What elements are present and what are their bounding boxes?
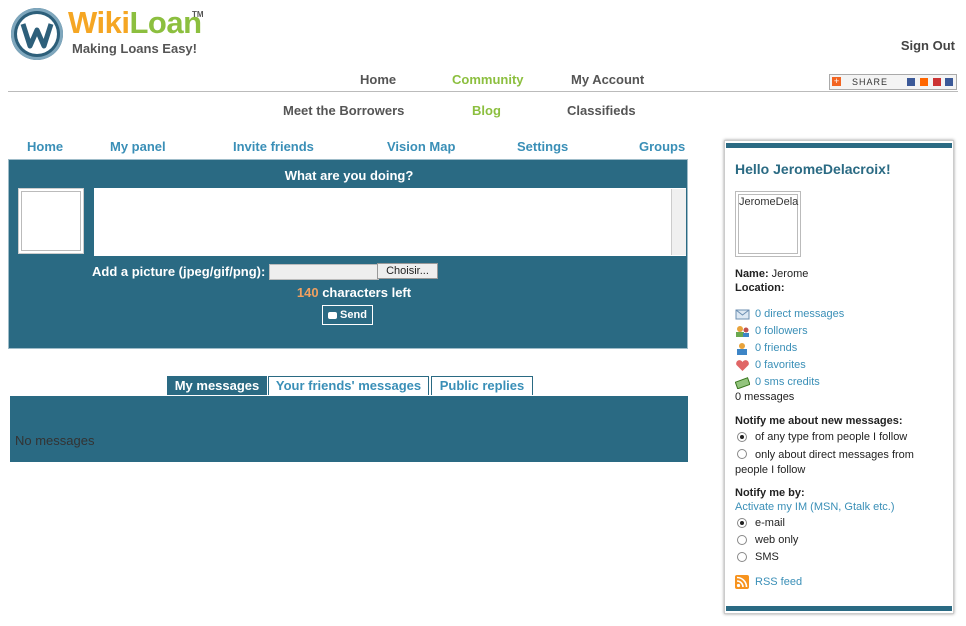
subnav-blog[interactable]: Blog xyxy=(472,103,501,118)
location-row: Location: xyxy=(735,282,785,294)
rss-icon xyxy=(735,575,749,589)
rss-feed-link[interactable]: RSS feed xyxy=(755,576,802,588)
status-box: What are you doing? Add a picture (jpeg/… xyxy=(8,159,688,349)
nav-my-account[interactable]: My Account xyxy=(571,72,644,87)
header-divider xyxy=(8,91,958,92)
send-button[interactable]: Send xyxy=(322,305,373,325)
radio-web-only-label: web only xyxy=(755,534,799,546)
choose-file-button[interactable]: Choisir... xyxy=(377,263,438,279)
followers-link[interactable]: 0 followers xyxy=(755,325,808,337)
panel-menu-invite-friends[interactable]: Invite friends xyxy=(233,139,314,154)
subnav-meet-borrowers[interactable]: Meet the Borrowers xyxy=(283,103,404,118)
radio-email[interactable] xyxy=(737,518,747,528)
money-icon xyxy=(734,376,751,390)
followers-icon xyxy=(735,325,750,338)
panel-menu-vision-map[interactable]: Vision Map xyxy=(387,139,455,154)
hello-heading: Hello JeromeDelacroix! xyxy=(735,161,891,177)
speech-bubble-icon xyxy=(328,311,338,319)
logo-wordmark[interactable]: WikiLoan xyxy=(68,5,202,41)
plus-icon: + xyxy=(832,76,841,86)
status-scrollbar[interactable] xyxy=(671,189,686,255)
radio-sms-label: SMS xyxy=(755,551,779,563)
activate-im-link[interactable]: Activate my IM (MSN, Gtalk etc.) xyxy=(735,501,895,513)
profile-sidebar: Hello JeromeDelacroix! JeromeDela Name: … xyxy=(724,140,954,614)
delicious-icon xyxy=(907,78,915,86)
logo-icon[interactable] xyxy=(11,8,63,60)
trademark: TM xyxy=(192,10,204,19)
status-input[interactable] xyxy=(94,188,686,256)
nav-community[interactable]: Community xyxy=(452,72,524,87)
facebook-icon xyxy=(945,78,953,86)
panel-menu-home[interactable]: Home xyxy=(27,139,63,154)
profile-avatar[interactable]: JeromeDela xyxy=(735,191,801,257)
picture-label: Add a picture (jpeg/gif/png): xyxy=(92,264,266,279)
favorites-link[interactable]: 0 favorites xyxy=(755,359,806,371)
radio-direct-only-label: only about direct messages from people I… xyxy=(735,449,914,476)
friend-icon xyxy=(735,342,750,355)
nav-home[interactable]: Home xyxy=(360,72,396,87)
radio-email-label: e-mail xyxy=(755,517,785,529)
sign-out-link[interactable]: Sign Out xyxy=(901,38,955,53)
notify-by-title: Notify me by: xyxy=(735,487,805,499)
tab-my-messages[interactable]: My messages xyxy=(167,376,267,395)
radio-any-type[interactable] xyxy=(737,432,747,442)
no-messages-text: No messages xyxy=(15,433,95,448)
name-row: Name: Jerome xyxy=(735,268,809,280)
radio-web-only[interactable] xyxy=(737,535,747,545)
stumble-icon xyxy=(933,78,941,86)
tab-public-replies[interactable]: Public replies xyxy=(431,376,533,395)
sidebar-top-bar xyxy=(726,143,952,148)
characters-left: 140 characters left xyxy=(296,285,412,300)
status-title: What are you doing? xyxy=(284,168,414,183)
panel-menu-settings[interactable]: Settings xyxy=(517,139,568,154)
panel-menu-my-panel[interactable]: My panel xyxy=(110,139,166,154)
sidebar-bottom-bar xyxy=(726,606,952,611)
characters-count: 140 xyxy=(296,285,319,300)
notify-messages-title: Notify me about new messages: xyxy=(735,415,903,427)
radio-any-type-label: of any type from people I follow xyxy=(755,431,908,443)
messages-count: 0 messages xyxy=(735,391,795,403)
heart-icon xyxy=(735,359,750,372)
tab-friends-messages[interactable]: Your friends' messages xyxy=(268,376,429,395)
subnav-classifieds[interactable]: Classifieds xyxy=(567,103,636,118)
envelope-icon xyxy=(735,308,750,321)
messages-panel: No messages xyxy=(10,396,688,462)
sms-credits-link[interactable]: 0 sms credits xyxy=(755,376,820,388)
panel-menu-groups[interactable]: Groups xyxy=(639,139,685,154)
digg-icon xyxy=(920,78,928,86)
radio-sms[interactable] xyxy=(737,552,747,562)
friends-link[interactable]: 0 friends xyxy=(755,342,797,354)
logo-tagline: Making Loans Easy! xyxy=(72,41,197,56)
direct-messages-link[interactable]: 0 direct messages xyxy=(755,308,844,320)
share-button[interactable]: + SHARE xyxy=(829,74,957,90)
picture-file-field[interactable] xyxy=(269,264,379,280)
avatar xyxy=(18,188,84,254)
